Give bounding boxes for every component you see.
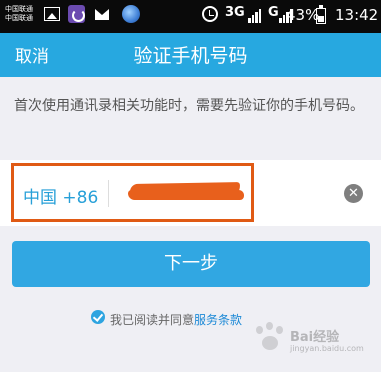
field-divider (108, 180, 109, 207)
battery-icon (316, 5, 326, 24)
watermark-text: Bai经验 (290, 330, 340, 345)
watermark: Bai经验 jingyan.baidu.com (250, 320, 364, 364)
phone-row: 中国 +86 (0, 160, 381, 226)
checkbox-checked-icon[interactable] (91, 310, 105, 324)
watermark-subtext: jingyan.baidu.com (290, 344, 364, 353)
clear-input-button[interactable]: ✕ (344, 184, 363, 203)
carrier-top: 中国联通 (5, 5, 33, 13)
carrier-info: 中国联通 中国联通 (5, 5, 33, 23)
image-notification-icon (44, 7, 60, 21)
network-type-1: 3G (225, 5, 245, 20)
agreement-text: 我已阅读并同意 (110, 313, 195, 327)
terms-of-service-link[interactable]: 服务条款 (194, 313, 242, 327)
redaction-mark-2 (128, 190, 244, 200)
app-notification-icon (68, 5, 85, 23)
carrier-bottom: 中国联通 (5, 14, 33, 22)
status-bar: 中国联通 中国联通 3G G 43% 13:42 (0, 0, 381, 33)
page-title: 验证手机号码 (133, 45, 248, 67)
signal-1-icon (248, 8, 262, 23)
clock: 13:42 (335, 6, 379, 24)
globe-icon (122, 5, 140, 23)
paw-logo-icon (250, 320, 290, 360)
agreement-row: 我已阅读并同意服务条款 (91, 310, 242, 328)
next-button[interactable]: 下一步 (12, 241, 370, 287)
mail-notification-icon (95, 9, 109, 20)
network-type-2: G (268, 5, 279, 20)
battery-percent: 43% (286, 6, 320, 24)
country-code-selector[interactable]: 中国 +86 (23, 183, 98, 208)
nav-bar: 取消 验证手机号码 (0, 33, 381, 77)
alarm-icon (202, 6, 218, 22)
description-text: 首次使用通讯录相关功能时，需要先验证你的手机号码。 (14, 98, 364, 114)
